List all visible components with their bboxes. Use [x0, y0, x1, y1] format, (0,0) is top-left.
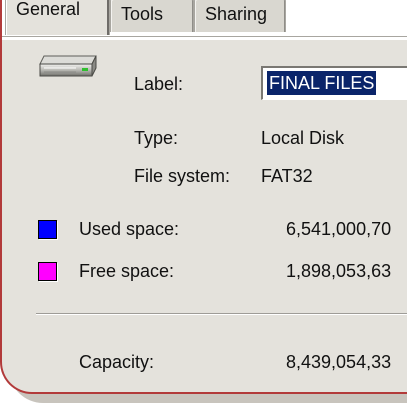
filesystem-value: FAT32 [261, 166, 313, 186]
free-space-label: Free space: [79, 261, 175, 281]
drive-properties-dialog: General Tools Sharing Label: FINAL FILES… [0, 0, 407, 414]
label-input-value: FINAL FILES [267, 71, 377, 95]
capacity-label: Capacity: [79, 352, 155, 372]
hard-drive-icon [39, 55, 97, 77]
label-input[interactable]: FINAL FILES [261, 66, 407, 100]
free-space-value: 1,898,053,63 [286, 261, 392, 281]
filesystem-label: File system: [134, 166, 231, 186]
capacity-divider [36, 313, 407, 315]
tab-general[interactable]: General [5, 0, 110, 35]
label-field-label: Label: [134, 74, 184, 94]
used-space-label: Used space: [79, 219, 180, 239]
used-space-value: 6,541,000,70 [286, 219, 392, 239]
free-space-swatch [38, 262, 57, 281]
type-label: Type: [134, 128, 179, 148]
type-value: Local Disk [261, 128, 345, 148]
capacity-value: 8,439,054,33 [286, 352, 392, 372]
window-frame: General Tools Sharing Label: FINAL FILES… [0, 0, 407, 394]
tab-tools[interactable]: Tools [110, 0, 194, 32]
tab-sharing[interactable]: Sharing [194, 0, 286, 32]
used-space-swatch [38, 220, 57, 239]
